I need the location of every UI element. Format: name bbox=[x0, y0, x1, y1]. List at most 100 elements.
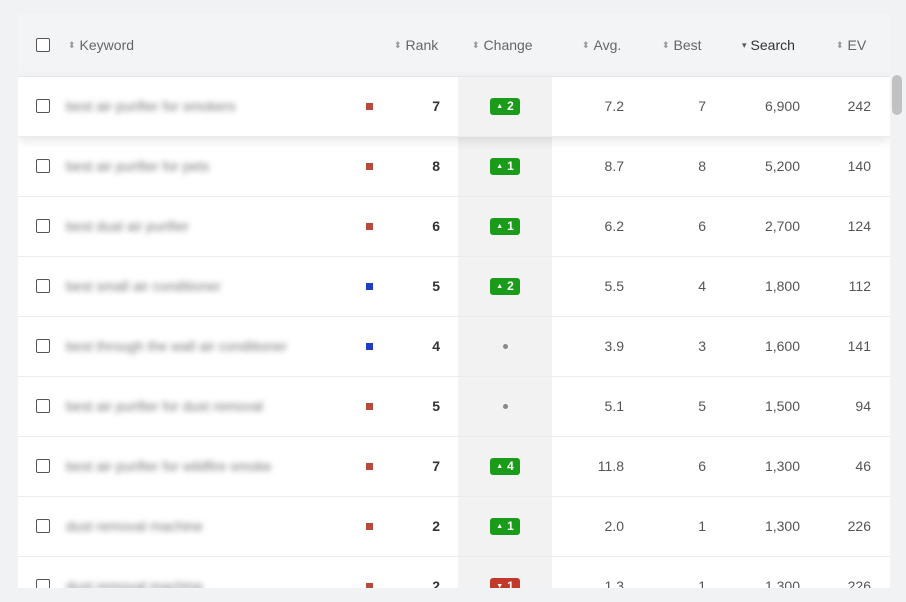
keyword-text: best air purifier for wildfire smoke bbox=[66, 458, 272, 474]
keyword-text: best through the wall air conditioner bbox=[66, 338, 288, 354]
keyword-cell[interactable]: best air purifier for pets bbox=[66, 136, 328, 196]
marker-cell bbox=[366, 436, 376, 496]
rank-value: 6 bbox=[432, 218, 440, 234]
marker-cell bbox=[366, 256, 376, 316]
keyword-cell[interactable]: best air purifier for dust removal bbox=[66, 376, 328, 436]
change-badge: ▲ 1 bbox=[490, 157, 520, 175]
table-row[interactable]: dust removal machine 2 ▲ 1 2.0 1 1,300 226 bbox=[18, 496, 890, 557]
row-checkbox[interactable] bbox=[36, 579, 50, 588]
best-value: 1 bbox=[698, 578, 706, 588]
change-cell: ▲ 1 bbox=[458, 196, 552, 256]
marker-cell bbox=[366, 316, 376, 376]
change-badge: ▲ 1 bbox=[490, 517, 520, 535]
rank-value: 2 bbox=[432, 518, 440, 534]
rank-value: 4 bbox=[432, 338, 440, 354]
search-value: 1,300 bbox=[764, 578, 800, 588]
keyword-cell[interactable]: best through the wall air conditioner bbox=[66, 316, 328, 376]
row-checkbox[interactable] bbox=[36, 339, 50, 353]
change-cell: ▲ 4 bbox=[458, 436, 552, 496]
change-badge: ▲ 2 bbox=[490, 97, 520, 115]
ev-value: 46 bbox=[855, 458, 871, 474]
keyword-cell[interactable]: dust removal machine bbox=[66, 496, 328, 556]
row-checkbox[interactable] bbox=[36, 279, 50, 293]
header-ev[interactable]: ⬍ EV bbox=[836, 14, 876, 76]
header-keyword-label: Keyword bbox=[79, 37, 135, 53]
header-best-label: Best bbox=[673, 37, 702, 53]
change-value: 1 bbox=[507, 579, 514, 588]
blue-marker-icon bbox=[366, 342, 373, 350]
header-ev-label: EV bbox=[847, 37, 867, 53]
best-value: 8 bbox=[698, 158, 706, 174]
keyword-cell[interactable]: best small air conditioner bbox=[66, 256, 328, 316]
row-checkbox[interactable] bbox=[36, 219, 50, 233]
marker-cell bbox=[366, 136, 376, 196]
keyword-text: dust removal machine bbox=[66, 518, 203, 534]
sort-icon: ⬍ bbox=[394, 39, 402, 50]
header-best[interactable]: ⬍ Best bbox=[662, 14, 712, 76]
rank-value: 7 bbox=[432, 458, 440, 474]
best-value: 6 bbox=[698, 458, 706, 474]
row-checkbox[interactable] bbox=[36, 99, 50, 113]
keyword-text: best dual air purifier bbox=[66, 218, 189, 234]
header-keyword[interactable]: ⬍ Keyword bbox=[68, 14, 188, 76]
ev-value: 226 bbox=[847, 518, 871, 534]
table-row[interactable]: best air purifier for wildfire smoke 7 ▲… bbox=[18, 436, 890, 497]
change-value: 4 bbox=[507, 459, 514, 473]
avg-value: 7.2 bbox=[604, 98, 624, 114]
header-rank[interactable]: ⬍ Rank bbox=[394, 14, 448, 76]
row-checkbox-cell bbox=[36, 196, 56, 256]
header-search-label: Search bbox=[750, 37, 795, 53]
best-value: 3 bbox=[698, 338, 706, 354]
table-row[interactable]: best air purifier for pets 8 ▲ 1 8.7 8 5,2… bbox=[18, 136, 890, 197]
change-badge: ▲ 1 bbox=[490, 217, 520, 235]
arrow-up-icon: ▲ bbox=[496, 522, 504, 530]
table-row[interactable]: best small air conditioner 5 ▲ 2 5.5 4 1,8… bbox=[18, 256, 890, 317]
row-checkbox-cell bbox=[36, 136, 56, 196]
keyword-cell[interactable]: dust removal machine bbox=[66, 556, 328, 588]
marker-cell bbox=[366, 76, 376, 136]
change-value: 2 bbox=[507, 279, 514, 293]
sort-icon: ⬍ bbox=[582, 39, 590, 50]
ev-value: 140 bbox=[847, 158, 871, 174]
keyword-cell[interactable]: best air purifier for smokers bbox=[66, 76, 328, 136]
ev-value: 242 bbox=[847, 98, 871, 114]
table-row[interactable]: best through the wall air conditioner 4 … bbox=[18, 316, 890, 377]
table-row[interactable]: best air purifier for dust removal 5 5.1… bbox=[18, 376, 890, 437]
header-avg[interactable]: ⬍ Avg. bbox=[582, 14, 632, 76]
arrow-up-icon: ▲ bbox=[496, 222, 504, 230]
header-avg-label: Avg. bbox=[593, 37, 622, 53]
red-marker-icon bbox=[366, 402, 373, 410]
keyword-cell[interactable]: best air purifier for wildfire smoke bbox=[66, 436, 328, 496]
scrollbar-thumb[interactable] bbox=[892, 75, 902, 115]
rank-value: 2 bbox=[432, 578, 440, 588]
header-change[interactable]: ⬍ Change bbox=[472, 14, 552, 76]
row-checkbox-cell bbox=[36, 436, 56, 496]
rank-value: 5 bbox=[432, 398, 440, 414]
change-cell: ▲ 1 bbox=[458, 136, 552, 196]
no-change-dot-icon bbox=[502, 403, 508, 409]
red-marker-icon bbox=[366, 462, 373, 470]
row-checkbox[interactable] bbox=[36, 459, 50, 473]
arrow-up-icon: ▲ bbox=[496, 462, 504, 470]
marker-cell bbox=[366, 556, 376, 588]
select-all-checkbox[interactable] bbox=[36, 38, 50, 52]
marker-cell bbox=[366, 196, 376, 256]
keyword-cell[interactable]: best dual air purifier bbox=[66, 196, 328, 256]
search-value: 2,700 bbox=[764, 218, 800, 234]
change-cell bbox=[458, 376, 552, 436]
row-checkbox[interactable] bbox=[36, 519, 50, 533]
red-marker-icon bbox=[366, 582, 373, 588]
table-row[interactable]: dust removal machine 2 ▼ 1 1.3 1 1,300 226 bbox=[18, 556, 890, 588]
table-row[interactable]: best dual air purifier 6 ▲ 1 6.2 6 2,700 12… bbox=[18, 196, 890, 257]
row-checkbox[interactable] bbox=[36, 159, 50, 173]
search-value: 5,200 bbox=[764, 158, 800, 174]
row-checkbox[interactable] bbox=[36, 399, 50, 413]
avg-value: 1.3 bbox=[604, 578, 624, 588]
table-row[interactable]: best air purifier for smokers 7 ▲ 2 7.2 7… bbox=[18, 76, 890, 137]
row-checkbox-cell bbox=[36, 556, 56, 588]
red-marker-icon bbox=[366, 522, 373, 530]
header-search[interactable]: ▾ Search bbox=[742, 14, 812, 76]
select-all-cell bbox=[36, 14, 56, 76]
best-value: 5 bbox=[698, 398, 706, 414]
row-checkbox-cell bbox=[36, 256, 56, 316]
